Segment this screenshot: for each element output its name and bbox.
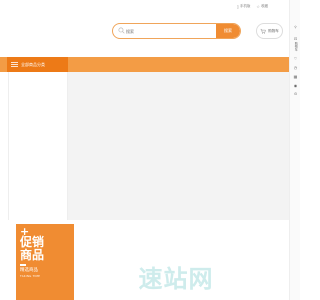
back-top-icon: ⊙: [293, 91, 298, 96]
qr-icon: ▦: [293, 74, 298, 79]
promo-title: 促销商品: [20, 235, 45, 262]
category-panel: [8, 72, 68, 220]
search-icon: [118, 27, 125, 34]
top-links: ▯ 手机版 ☆ 收藏: [237, 4, 268, 9]
main-nav-bar: 全部商品分类: [0, 57, 289, 72]
star-icon: ☆: [256, 4, 260, 9]
cart-button[interactable]: 购物车: [256, 23, 283, 39]
promo-divider: [20, 264, 26, 266]
hero-banner[interactable]: [68, 72, 289, 220]
right-sidebar: ⚲ ⊡ 购物车 ♡ ◷ ▦ ◉ ⊙: [289, 0, 300, 300]
heart-icon: ♡: [293, 56, 298, 61]
sidebar-item-cart[interactable]: ⊡ 购物车: [292, 36, 299, 52]
watermark: 速站网: [124, 262, 228, 293]
favorite-link[interactable]: ☆ 收藏: [256, 4, 268, 9]
chat-icon: ◉: [293, 83, 298, 88]
sidebar-item-chat[interactable]: ◉: [292, 84, 299, 88]
sidebar-item-history[interactable]: ◷: [292, 66, 299, 70]
cart-label: 购物车: [268, 28, 279, 33]
mobile-link-label: 手机版: [239, 4, 251, 8]
all-categories-menu[interactable]: 全部商品分类: [7, 57, 68, 72]
mobile-link[interactable]: ▯ 手机版: [237, 4, 251, 9]
watermark-text: 速站网: [138, 264, 214, 293]
promo-card[interactable]: + 促销商品 精选商品 TAKING TIME: [16, 224, 74, 300]
favorite-link-label: 收藏: [261, 4, 268, 8]
cart-icon: [260, 28, 266, 34]
search-box: 搜索: [112, 23, 241, 39]
all-categories-label: 全部商品分类: [21, 61, 45, 67]
sidebar-item-favorites[interactable]: ♡: [292, 57, 299, 61]
search-input[interactable]: [126, 24, 216, 38]
search-button[interactable]: 搜索: [216, 24, 240, 38]
clock-icon: ◷: [293, 65, 298, 70]
menu-icon: [11, 62, 18, 67]
cart-icon: ⊡: [293, 36, 298, 41]
sidebar-item-user[interactable]: ⚲: [292, 25, 299, 29]
sidebar-item-qrcode[interactable]: ▦: [292, 75, 299, 79]
user-icon: ⚲: [294, 25, 297, 29]
phone-icon: ▯: [236, 4, 239, 9]
sidebar-cart-label: 购物车: [294, 42, 299, 52]
sidebar-item-back-to-top[interactable]: ⊙: [292, 92, 299, 96]
promo-english: TAKING TIME: [20, 273, 41, 278]
